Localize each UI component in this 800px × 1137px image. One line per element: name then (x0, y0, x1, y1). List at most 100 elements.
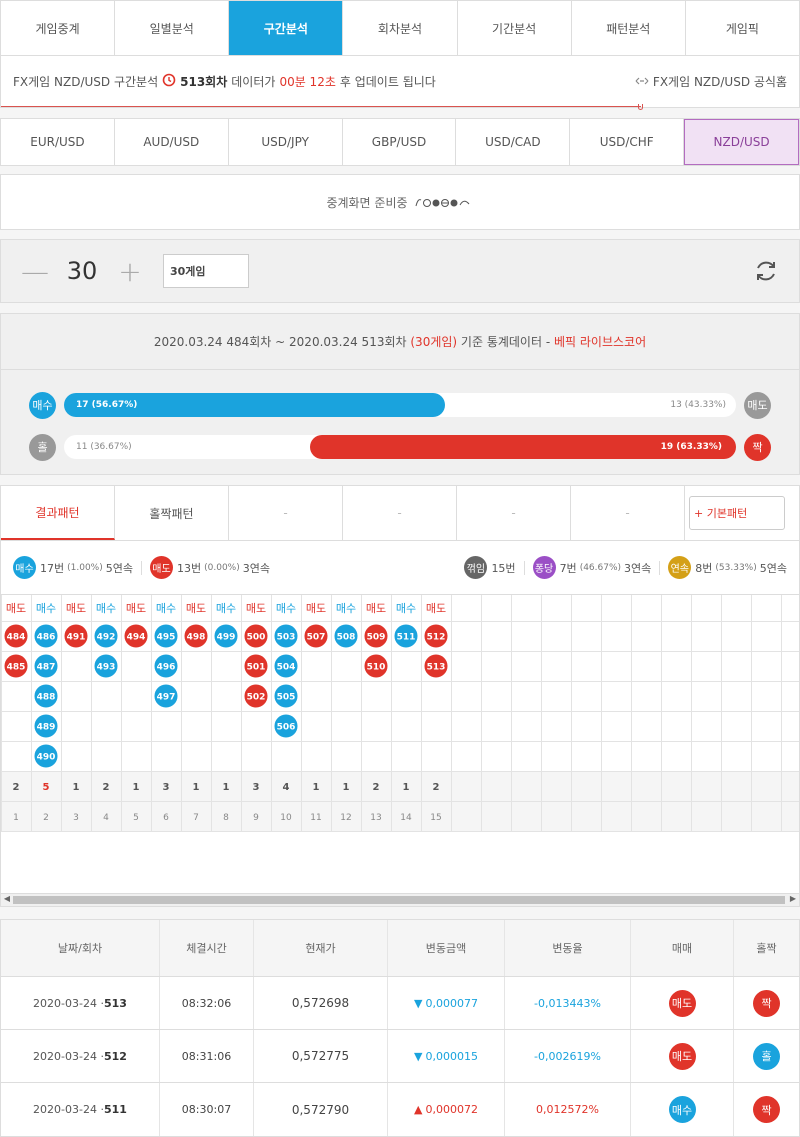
up-arrow-icon: ▲ (414, 1103, 423, 1116)
date-text: 2020-03-24 · (33, 996, 104, 1010)
tab-oddeven-pattern[interactable]: 홀짝패턴 (115, 486, 229, 540)
table-row: 2020-03-24 · 511 08:30:07 0,572790 ▲ 0,00007… (1, 1083, 799, 1136)
result-ball-label: 492 (97, 633, 116, 643)
horizontal-scrollbar[interactable]: ◀ ▶ (1, 893, 799, 906)
column-index: 12 (340, 813, 351, 823)
result-ball-label: 512 (427, 633, 446, 643)
divider (659, 560, 661, 575)
table-body: 2020-03-24 · 513 08:32:06 0,572698 ▼ 0,00007… (1, 977, 799, 1136)
column-head-label: 매수 (36, 602, 56, 615)
summary-sell-streak: 3연속 (242, 561, 270, 575)
odd-badge: 홀 (29, 433, 56, 461)
summary-cont-count: 8번 (695, 561, 713, 575)
sell-rest-label: 13 (43.33%) (670, 400, 726, 410)
time-cell: 08:32:06 (160, 977, 254, 1029)
change-text: 0,000072 (425, 1103, 478, 1116)
refresh-icon[interactable] (753, 258, 779, 284)
odd-even-bar: 홀 11 (36.67%) 19 (63.33%) 짝 (29, 426, 771, 468)
column-total: 1 (343, 782, 350, 793)
info-suffix: 후 업데이트 됩니다 (339, 75, 436, 89)
tab-interval[interactable]: 구간분석 (229, 1, 344, 55)
column-total: 1 (313, 782, 320, 793)
price-cell: 0,572698 (254, 977, 388, 1029)
tab-empty-2: - (343, 486, 457, 540)
col-time: 체결시간 (160, 920, 254, 976)
trade-cell: 매수 (631, 1083, 734, 1136)
trade-cell: 매도 (631, 1030, 734, 1082)
result-ball-label: 489 (37, 723, 56, 733)
column-index: 3 (73, 813, 79, 823)
live-text: 중계화면 준비중 (326, 195, 408, 210)
round-text: 511 (103, 1103, 127, 1116)
column-head-label: 매수 (216, 602, 236, 615)
summary-pong-count: 7번 (559, 561, 577, 575)
trade-badge: 매도 (668, 1042, 696, 1070)
summary-sell-pct: (0.00%) (204, 562, 240, 573)
column-total: 3 (163, 782, 170, 793)
tab-round[interactable]: 회차분석 (343, 1, 458, 55)
result-ball-label: 510 (367, 663, 386, 673)
tab-daily[interactable]: 일별분석 (115, 1, 230, 55)
oddeven-cell: 짝 (734, 1083, 799, 1136)
decrease-button[interactable]: — (21, 255, 49, 288)
summary-buy: 매수 17번 (1.00%) 5연속 (13, 556, 133, 579)
summary-cont-streak: 5연속 (759, 561, 787, 575)
ratio-bars: 매수 17 (56.67%) 13 (43.33%) 매도 홀 11 (36.6… (1, 370, 799, 474)
loading-icon (414, 196, 474, 208)
pair-gbpusd[interactable]: GBP/USD (343, 119, 457, 165)
basic-pattern-button[interactable]: + 기본패턴 (689, 496, 785, 530)
odd-even-track: 11 (36.67%) 19 (63.33%) (64, 435, 736, 459)
table-row: 2020-03-24 · 513 08:32:06 0,572698 ▼ 0,00007… (1, 977, 799, 1030)
pair-usdjpy[interactable]: USD/JPY (229, 119, 343, 165)
tab-result-pattern[interactable]: 결과패턴 (1, 486, 115, 540)
result-ball-label: 506 (277, 723, 296, 733)
time-cell: 08:30:07 (160, 1083, 254, 1136)
even-fill: 19 (63.33%) (310, 435, 736, 459)
rate-cell: -0,013443% (505, 977, 631, 1029)
pair-nzdusd[interactable]: NZD/USD (684, 119, 800, 165)
summary-bounce-count: 15번 (491, 561, 516, 575)
trade-badge: 매도 (668, 989, 696, 1017)
official-link[interactable]: FX게임 NZD/USD 공식홈 (635, 73, 787, 90)
game-count-select[interactable]: 30게임 (163, 254, 249, 288)
column-head-label: 매도 (126, 602, 146, 615)
summary-buy-badge: 매수 (13, 556, 36, 579)
column-head-label: 매도 (186, 602, 206, 615)
summary-buy-pct: (1.00%) (67, 562, 103, 573)
tab-pattern[interactable]: 패턴분석 (572, 1, 686, 55)
live-placeholder: 중계화면 준비중 (0, 174, 800, 230)
result-ball-label: 486 (37, 633, 56, 643)
summary-sell-badge: 매도 (150, 556, 173, 579)
buy-sell-bar: 매수 17 (56.67%) 13 (43.33%) 매도 (29, 384, 771, 426)
tab-live[interactable]: 게임중계 (1, 1, 116, 55)
tab-pick[interactable]: 게임픽 (686, 1, 799, 55)
scroll-left-icon[interactable]: ◀ (1, 894, 13, 903)
oddeven-badge: 홀 (753, 1042, 780, 1070)
pair-audusd[interactable]: AUD/USD (115, 119, 229, 165)
result-ball-label: 495 (157, 633, 176, 643)
scroll-right-icon[interactable]: ▶ (787, 894, 799, 903)
table-row: 2020-03-24 · 512 08:31:06 0,572775 ▼ 0,00001… (1, 1030, 799, 1083)
summary-cont-badge: 연속 (668, 556, 692, 579)
change-text: 0,000077 (425, 996, 478, 1010)
column-index: 5 (133, 813, 139, 823)
column-head-label: 매수 (96, 602, 116, 615)
rate-cell: -0,002619% (505, 1030, 631, 1082)
result-ball-label: 484 (7, 633, 26, 643)
column-head-label: 매도 (246, 602, 266, 615)
column-total: 1 (403, 782, 410, 793)
time-text: 08:31:06 (181, 1049, 232, 1063)
increase-button[interactable]: + (117, 255, 143, 288)
pair-usdcad[interactable]: USD/CAD (456, 119, 571, 165)
game-count-control: — 30 + 30게임 (0, 239, 800, 303)
result-ball-label: 487 (37, 663, 56, 673)
currency-tabs: EUR/USD AUD/USD USD/JPY GBP/USD USD/CAD … (0, 118, 800, 166)
column-total: 2 (13, 782, 20, 793)
main-tabs: 게임중계 일별분석 구간분석 회차분석 기간분석 패턴분석 게임픽 (0, 0, 800, 56)
tab-period[interactable]: 기간분석 (458, 1, 572, 55)
result-ball-label: 509 (367, 633, 386, 643)
pair-eurusd[interactable]: EUR/USD (1, 119, 115, 165)
scroll-thumb[interactable] (13, 896, 785, 904)
pair-usdchf[interactable]: USD/CHF (570, 119, 685, 165)
column-index: 1 (13, 813, 19, 823)
